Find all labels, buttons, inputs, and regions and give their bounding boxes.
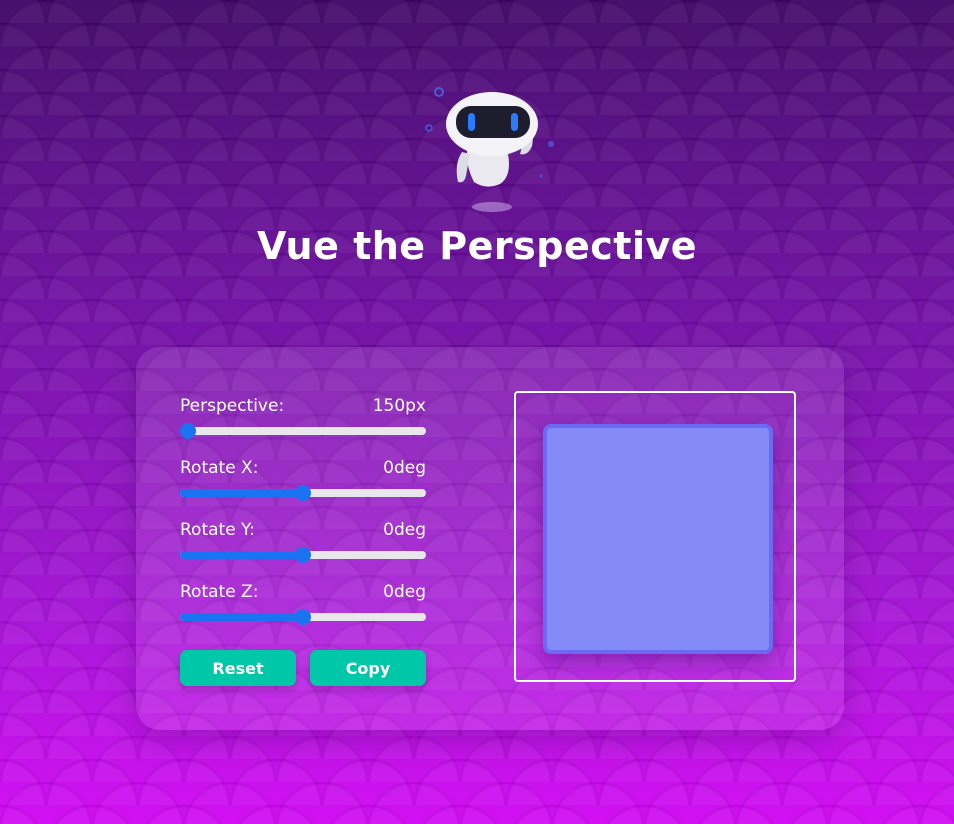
rotate-z-value: 0deg [383,582,426,602]
perspective-label: Perspective: [180,396,285,416]
rotate-z-control: Rotate Z: 0deg [180,581,426,643]
rotate-x-slider-fill [180,489,303,497]
rotate-y-slider-thumb[interactable] [295,547,311,563]
perspective-slider-thumb[interactable] [180,423,196,439]
rotate-x-control: Rotate X: 0deg [180,457,426,519]
rotate-x-value: 0deg [383,458,426,478]
action-buttons: Reset Copy [180,650,426,686]
rotate-y-label: Rotate Y: [180,520,255,540]
preview-box [543,424,773,654]
rotate-x-slider[interactable] [180,485,426,501]
rotate-y-value: 0deg [383,520,426,540]
rotate-x-slider-thumb[interactable] [295,485,311,501]
rotate-z-label: Rotate Z: [180,582,259,602]
perspective-control: Perspective: 150px [180,395,426,457]
preview-frame [514,391,796,682]
page-title: Vue the Perspective [256,224,698,268]
rotate-y-slider-fill [180,551,303,559]
robot-mascot-icon [425,87,554,212]
control-panel: Perspective: 150px Rotate X: 0deg Rotate… [136,347,844,730]
perspective-slider[interactable] [180,423,426,439]
rotate-x-label: Rotate X: [180,458,259,478]
copy-button[interactable]: Copy [310,650,426,686]
rotate-y-control: Rotate Y: 0deg [180,519,426,581]
rotate-z-slider-thumb[interactable] [295,609,311,625]
reset-button[interactable]: Reset [180,650,296,686]
controls-group: Perspective: 150px Rotate X: 0deg Rotate… [180,395,426,643]
rotate-z-slider[interactable] [180,609,426,625]
rotate-z-slider-fill [180,613,303,621]
rotate-y-slider[interactable] [180,547,426,563]
perspective-value: 150px [372,396,426,416]
